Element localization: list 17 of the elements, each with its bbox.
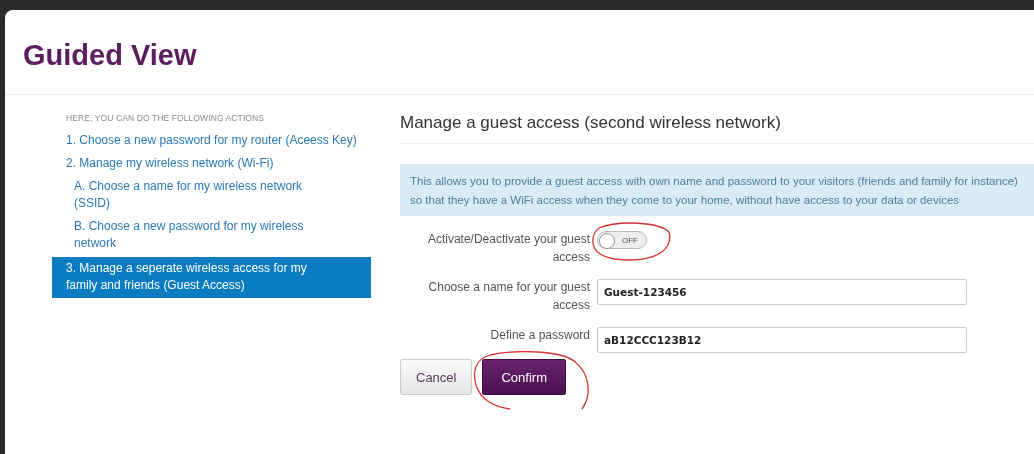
field-label: Define a password <box>489 327 590 344</box>
sidebar-item[interactable]: 2. Manage my wireless network (Wi-Fi) <box>52 152 371 175</box>
text-field[interactable]: aB12CCC123B12 <box>597 327 967 353</box>
sidebar-item[interactable]: B. Choose a new password for my wireless network <box>52 215 371 255</box>
section-title: Manage a guest access (second wireless network) <box>400 113 1034 144</box>
field-label: Activate/Deactivate your guest access <box>426 231 590 266</box>
confirm-button[interactable]: Confirm <box>482 359 566 395</box>
toggle-switch[interactable]: OFF <box>597 231 647 249</box>
cancel-button[interactable]: Cancel <box>400 359 473 395</box>
sidebar-heading: HERE, YOU CAN DO THE FOLLOWING ACTIONS <box>65 113 266 123</box>
page-title: Guided View <box>23 37 197 72</box>
info-box: This allows you to provide a guest access with own name and password to your visitors (friends and family for instance) so that they have a WiFi access when they come to your home, without have access to your data or devices <box>400 164 1034 216</box>
sidebar-item[interactable]: A. Choose a name for my wireless network (SSID) <box>52 175 371 215</box>
field-label: Choose a name for your guest access <box>427 279 590 314</box>
text-field[interactable]: Guest-123456 <box>597 279 967 305</box>
sidebar-item[interactable]: 1. Choose a new password for my router (Aceess Key) <box>52 129 371 152</box>
sidebar-item[interactable]: 3. Manage a seperate wireless access for my family and friends (Guest Access) <box>52 257 371 298</box>
